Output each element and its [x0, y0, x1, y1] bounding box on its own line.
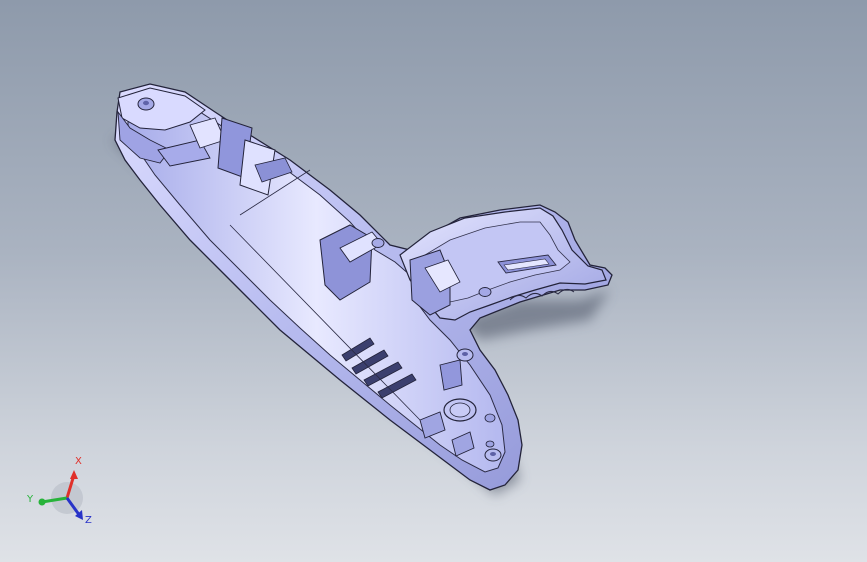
z-axis-label: Z	[85, 515, 92, 526]
x-axis-arrow	[70, 470, 78, 479]
3d-model-view[interactable]	[0, 0, 867, 562]
y-axis-label: Y	[26, 494, 34, 505]
coordinate-triad: X Y Z	[26, 456, 92, 526]
graphics-viewport[interactable]: X Y Z	[0, 0, 867, 562]
x-axis-label: X	[75, 456, 82, 467]
y-axis-end	[38, 498, 46, 506]
